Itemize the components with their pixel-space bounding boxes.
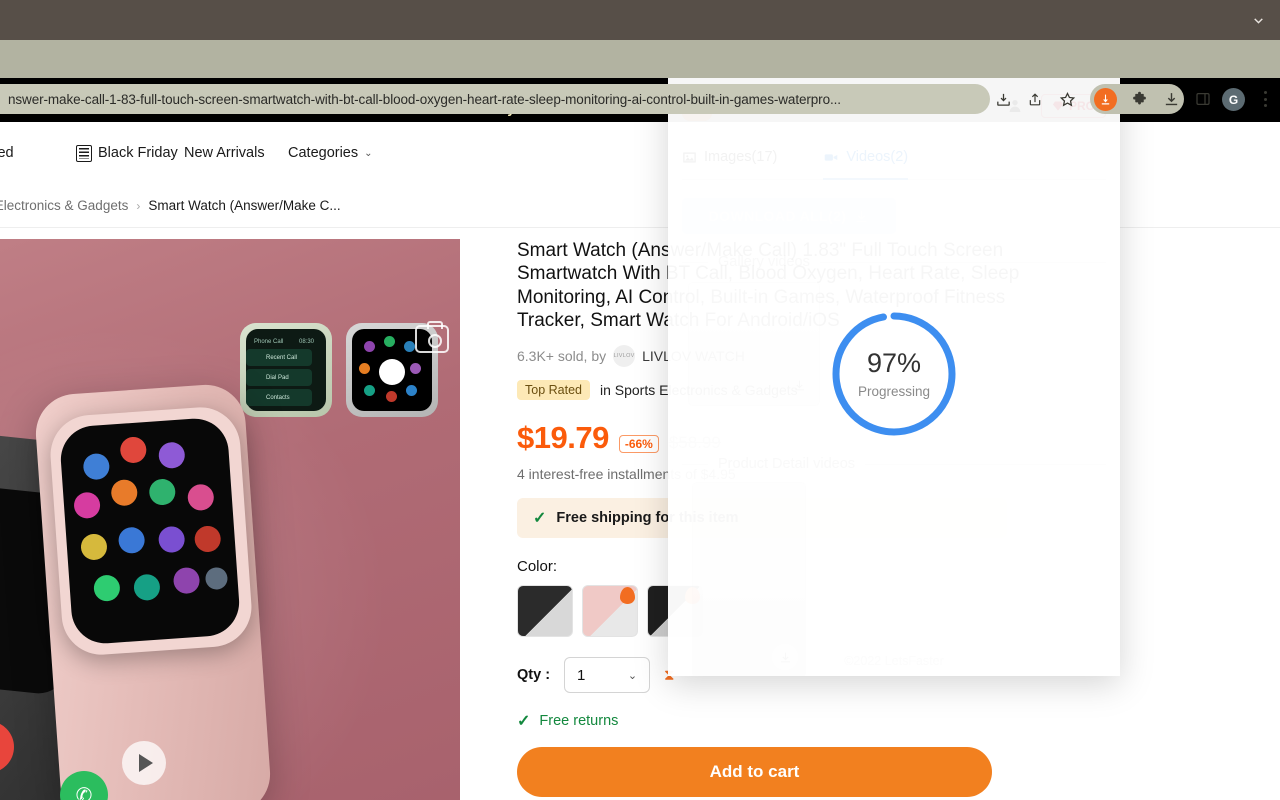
downloads-icon[interactable] (1160, 88, 1182, 110)
tab-images[interactable]: Images(17) (682, 144, 777, 179)
discount-badge: -66% (618, 435, 659, 454)
share-icon[interactable] (1024, 88, 1046, 110)
browser-toolbar: nswer-make-call-1-83-full-touch-screen-s… (0, 40, 1280, 114)
section-product-detail-videos: Product Detail videos (682, 456, 1106, 472)
breadcrumb-current: Smart Watch (Answer/Make C... (148, 198, 341, 213)
chevron-down-icon: ⌄ (627, 669, 638, 682)
popup-footer: ©2022 LetsFaster (844, 654, 944, 668)
quantity-label: Qty : (517, 667, 551, 684)
check-icon: ✓ (517, 713, 531, 731)
quantity-value: 1 (577, 666, 586, 684)
mini-watch-call-ui: Phone Call 08:30 Recent Call Dial Pad Co… (240, 323, 332, 417)
free-returns-text: Free returns (539, 713, 619, 730)
progress-percent: 97% (866, 347, 922, 378)
progress-status: Progressing (857, 383, 931, 399)
browser-titlebar (0, 0, 1280, 40)
add-to-cart-button[interactable]: Add to cart (517, 747, 992, 798)
avatar[interactable]: G (1222, 88, 1245, 111)
download-all-button[interactable]: DOWNLOAD ALL(2) (682, 198, 896, 234)
check-icon: ✓ (533, 510, 547, 528)
section-divider-left (682, 463, 708, 465)
hot-flame-icon (620, 587, 635, 605)
side-panel-icon[interactable] (1192, 88, 1214, 110)
download-icon (856, 210, 867, 222)
nav-item-categories[interactable]: Categories ⌄ (288, 122, 373, 184)
video-thumbnail-detail[interactable] (692, 482, 806, 676)
color-swatch-pink[interactable] (582, 585, 638, 638)
nav-item-top-rated[interactable]: ar Rated (0, 122, 14, 184)
section-title: Product Detail videos (718, 456, 856, 472)
brand-logo: LIVLOV (613, 345, 636, 368)
section-divider-left (682, 261, 708, 263)
quantity-stepper[interactable]: 1 ⌄ (564, 657, 651, 694)
watch-screen-main (58, 416, 242, 646)
nav-item-new-arrivals[interactable]: New Arrivals (184, 122, 265, 184)
product-gallery[interactable]: Phone Call 08:30 Recent Call Dial Pad Co… (0, 239, 460, 800)
nav-item-label: New Arrivals (184, 145, 265, 161)
tab-label: Images(17) (704, 149, 778, 165)
kebab-menu-icon[interactable] (1262, 88, 1268, 110)
puzzle-piece-icon[interactable] (1128, 88, 1150, 110)
nav-item-label: Black Friday (98, 145, 178, 161)
video-icon (825, 153, 838, 161)
download-icon[interactable] (786, 372, 812, 398)
image-icon (683, 152, 696, 162)
chevron-down-icon: ⌄ (364, 147, 373, 159)
download-progress-ring: 97% Progressing (830, 310, 958, 438)
tab-videos[interactable]: Videos(2) (823, 144, 909, 180)
mini-time: 08:30 (298, 338, 314, 345)
star-icon[interactable] (1056, 88, 1078, 110)
color-swatch-black[interactable] (517, 585, 573, 638)
screen-root: ers $ Price adjustment Within 30 days o … (0, 0, 1280, 800)
breadcrumb-parent[interactable]: Sports Electronics & Gadgets (0, 198, 128, 213)
video-thumbnail-gallery[interactable] (688, 282, 820, 406)
status-badge: Top Rated (517, 380, 590, 401)
video-play-button[interactable] (122, 741, 166, 785)
camera-icon (415, 321, 449, 353)
nav-item-black-friday[interactable]: Black Friday (76, 122, 178, 184)
nav-item-label: ar Rated (0, 145, 14, 161)
section-title: Gallery videos (718, 254, 810, 270)
mini-phone-call-label: Phone Call (254, 338, 284, 345)
section-divider-right (865, 463, 1106, 465)
sold-count: 6.3K+ sold, by (517, 348, 607, 365)
current-price: $19.79 (517, 420, 609, 456)
nav-item-label: Categories (288, 145, 359, 161)
install-app-icon[interactable] (992, 88, 1014, 110)
mini-row-label: Recent Call (266, 354, 298, 361)
temu-downloader-extension-icon[interactable] (1094, 88, 1117, 111)
url-text: nswer-make-call-1-83-full-touch-screen-s… (8, 91, 841, 107)
tab-label: Videos(2) (846, 149, 909, 165)
popup-tabs: Images(17) Videos(2) (682, 144, 1106, 180)
chevron-down-icon[interactable] (1250, 12, 1266, 28)
mini-row-label: Contacts (266, 394, 290, 401)
free-returns-row: ✓ Free returns (517, 711, 1037, 731)
breadcrumb-separator: › (136, 198, 141, 213)
calendar-icon (76, 144, 92, 162)
section-gallery-videos: Gallery videos (682, 254, 1106, 270)
section-divider-right (819, 261, 1106, 263)
address-bar[interactable]: nswer-make-call-1-83-full-touch-screen-s… (0, 84, 990, 114)
mini-row-label: Dial Pad (266, 374, 289, 381)
download-all-label: DOWNLOAD ALL(2) (708, 208, 847, 224)
